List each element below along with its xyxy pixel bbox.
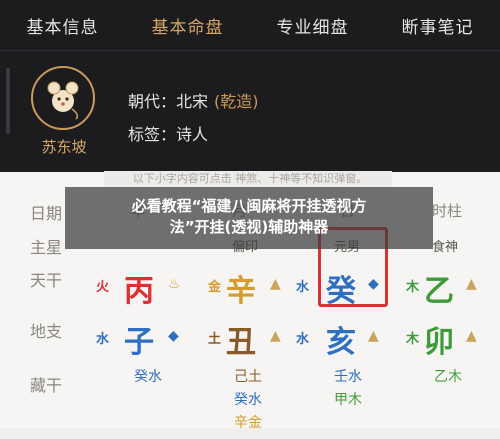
stem-year[interactable]: 丙 [124,266,154,310]
branch-element-0: 水 [96,332,110,347]
branch-year[interactable]: 子 [124,317,154,361]
sprout-icon: ▲ [368,328,379,344]
stem-element-3: 木 [406,280,420,295]
tab-divider [0,50,500,51]
flame-icon: ♨ [168,276,181,292]
mountain-icon: ▲ [270,328,281,344]
rat-zodiac-icon [47,81,79,120]
sprout-icon: ▲ [270,276,281,292]
stem-element-1: 金 [208,280,222,295]
branch-day[interactable]: 亥 [326,317,356,361]
branch-hour[interactable]: 卯 [424,317,454,361]
hidden-stem-day-0[interactable]: 壬水 [318,366,378,386]
overlay-line-1: 必看教程“福建八闽麻将开挂透视方 [131,197,367,215]
hidden-stem-hour-0[interactable]: 乙木 [418,366,478,386]
bottom-strip [0,428,500,439]
tag-row: 标签：诗人 [128,121,208,145]
god-hour[interactable]: 食神 [432,236,458,255]
overlay-line-2: 法”开挂(透视)辅助神器 [169,218,329,236]
hidden-stem-day-1[interactable]: 甲木 [318,389,378,409]
person-name: 苏东坡 [41,138,87,156]
branch-month[interactable]: 丑 [226,317,256,361]
stem-hour[interactable]: 乙 [424,266,454,310]
row-label-date: 日期 [30,204,63,223]
hidden-stem-month-0[interactable]: 己土 [218,366,278,386]
branch-element-1: 土 [208,332,222,347]
tab-notes[interactable]: 断事笔记 [375,0,500,50]
avatar[interactable] [31,66,95,130]
hidden-stem-month-1[interactable]: 癸水 [218,389,278,409]
scrollbar[interactable] [6,68,10,134]
pillar-head-hour: 时柱 [432,202,463,220]
row-label-branch: 地支 [30,322,63,341]
tab-pro-chart[interactable]: 专业细盘 [250,0,375,50]
water-drop-icon: ◆ [168,328,179,344]
dynasty-label: 朝代：北宋 [128,92,209,111]
promo-overlay[interactable]: 必看教程“福建八闽麻将开挂透视方 法”开挂(透视)辅助神器 [65,187,433,249]
stem-element-2: 水 [296,280,310,295]
stem-month[interactable]: 辛 [226,266,256,310]
tab-basic-info[interactable]: 基本信息 [0,0,125,50]
leaf-icon: ▲ [466,328,477,344]
dynasty-row: 朝代：北宋 (乾造) [128,88,259,112]
branch-element-3: 木 [406,332,420,347]
hidden-stem-year-0[interactable]: 癸水 [118,366,178,386]
tag-label: 标签：诗人 [128,125,209,144]
branch-element-2: 水 [296,332,310,347]
leaf-icon: ▲ [466,276,477,292]
hint-text: 以下小字内容可点击 神煞、十神等不知识弹窗。 [132,172,368,185]
row-label-stem: 天干 [30,271,63,290]
tab-bar: 基本信息 基本命盘 专业细盘 断事笔记 [0,0,500,50]
row-label-master: 主星 [30,238,63,257]
row-label-hidden: 藏干 [30,376,63,395]
gender-note: (乾造) [214,92,259,111]
stem-element-0: 火 [96,280,110,295]
tab-basic-chart[interactable]: 基本命盘 [125,0,250,50]
